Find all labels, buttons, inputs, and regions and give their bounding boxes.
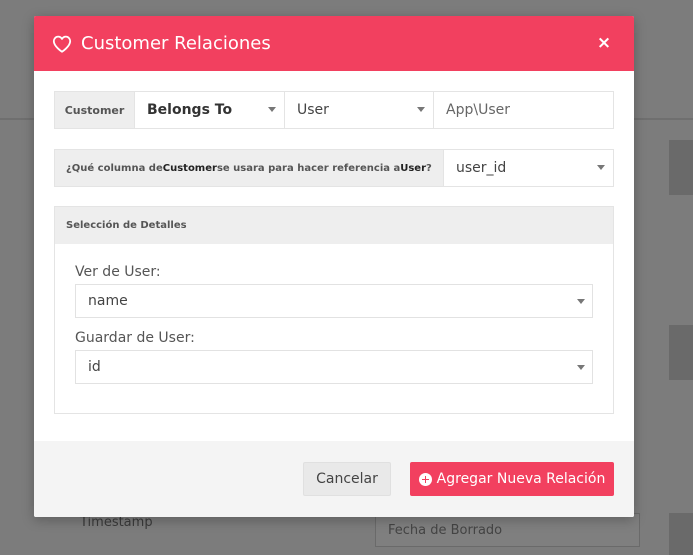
add-relation-button[interactable]: Agregar Nueva Relación xyxy=(410,462,614,496)
caret-down-icon xyxy=(577,299,585,304)
details-body: Ver de User: name Guardar de User: id xyxy=(55,244,613,384)
store-field-value: id xyxy=(88,359,101,375)
foreign-key-value: user_id xyxy=(456,160,507,176)
background-deleted-at-input: Fecha de Borrado xyxy=(375,513,640,547)
view-field-select[interactable]: name xyxy=(75,284,593,318)
store-field-label: Guardar de User: xyxy=(75,330,195,346)
relation-target-value: User xyxy=(297,102,329,118)
close-icon[interactable]: × xyxy=(594,33,614,53)
caret-down-icon xyxy=(417,107,425,112)
add-relation-label: Agregar Nueva Relación xyxy=(436,471,606,487)
cancel-button[interactable]: Cancelar xyxy=(303,462,391,496)
details-heading: Selección de Detalles xyxy=(55,207,613,244)
foreign-key-row: ¿Qué columna de Customer se usara para h… xyxy=(54,149,614,187)
modal-header: Customer Relaciones × xyxy=(34,16,634,71)
foreign-key-label-target: User xyxy=(400,162,427,174)
relation-target-select[interactable]: User xyxy=(285,92,434,128)
caret-down-icon xyxy=(268,107,276,112)
view-field-value: name xyxy=(88,293,128,309)
heart-icon xyxy=(52,33,74,55)
background-timestamp-label: Timestamp xyxy=(80,515,153,530)
modal-footer: Cancelar Agregar Nueva Relación xyxy=(34,441,634,517)
modal-title: Customer Relaciones xyxy=(81,33,271,54)
foreign-key-label: ¿Qué columna de Customer se usara para h… xyxy=(55,150,444,186)
foreign-key-label-model: Customer xyxy=(162,162,217,174)
foreign-key-label-middle: se usara para hacer referencia a xyxy=(216,162,401,174)
foreign-key-label-suffix: ? xyxy=(426,162,432,174)
plus-circle-icon xyxy=(418,472,432,486)
details-panel: Selección de Detalles Ver de User: name … xyxy=(54,206,614,414)
relation-row: Customer Belongs To User App\User xyxy=(54,91,614,129)
relation-type-value: Belongs To xyxy=(147,102,233,118)
view-field-label: Ver de User: xyxy=(75,264,161,280)
foreign-key-select[interactable]: user_id xyxy=(444,150,613,186)
foreign-key-label-prefix: ¿Qué columna de xyxy=(66,162,163,174)
modal-body: Customer Belongs To User App\User ¿Qué c… xyxy=(34,71,634,414)
caret-down-icon xyxy=(597,165,605,170)
relation-model-label: Customer xyxy=(55,92,135,128)
relations-modal: Customer Relaciones × Customer Belongs T… xyxy=(34,16,634,517)
relation-namespace-input[interactable]: App\User xyxy=(434,92,613,128)
background-panel xyxy=(669,513,693,555)
caret-down-icon xyxy=(577,365,585,370)
background-panel xyxy=(669,140,693,195)
store-field-select[interactable]: id xyxy=(75,350,593,384)
relation-type-select[interactable]: Belongs To xyxy=(135,92,285,128)
background-panel xyxy=(669,325,693,380)
